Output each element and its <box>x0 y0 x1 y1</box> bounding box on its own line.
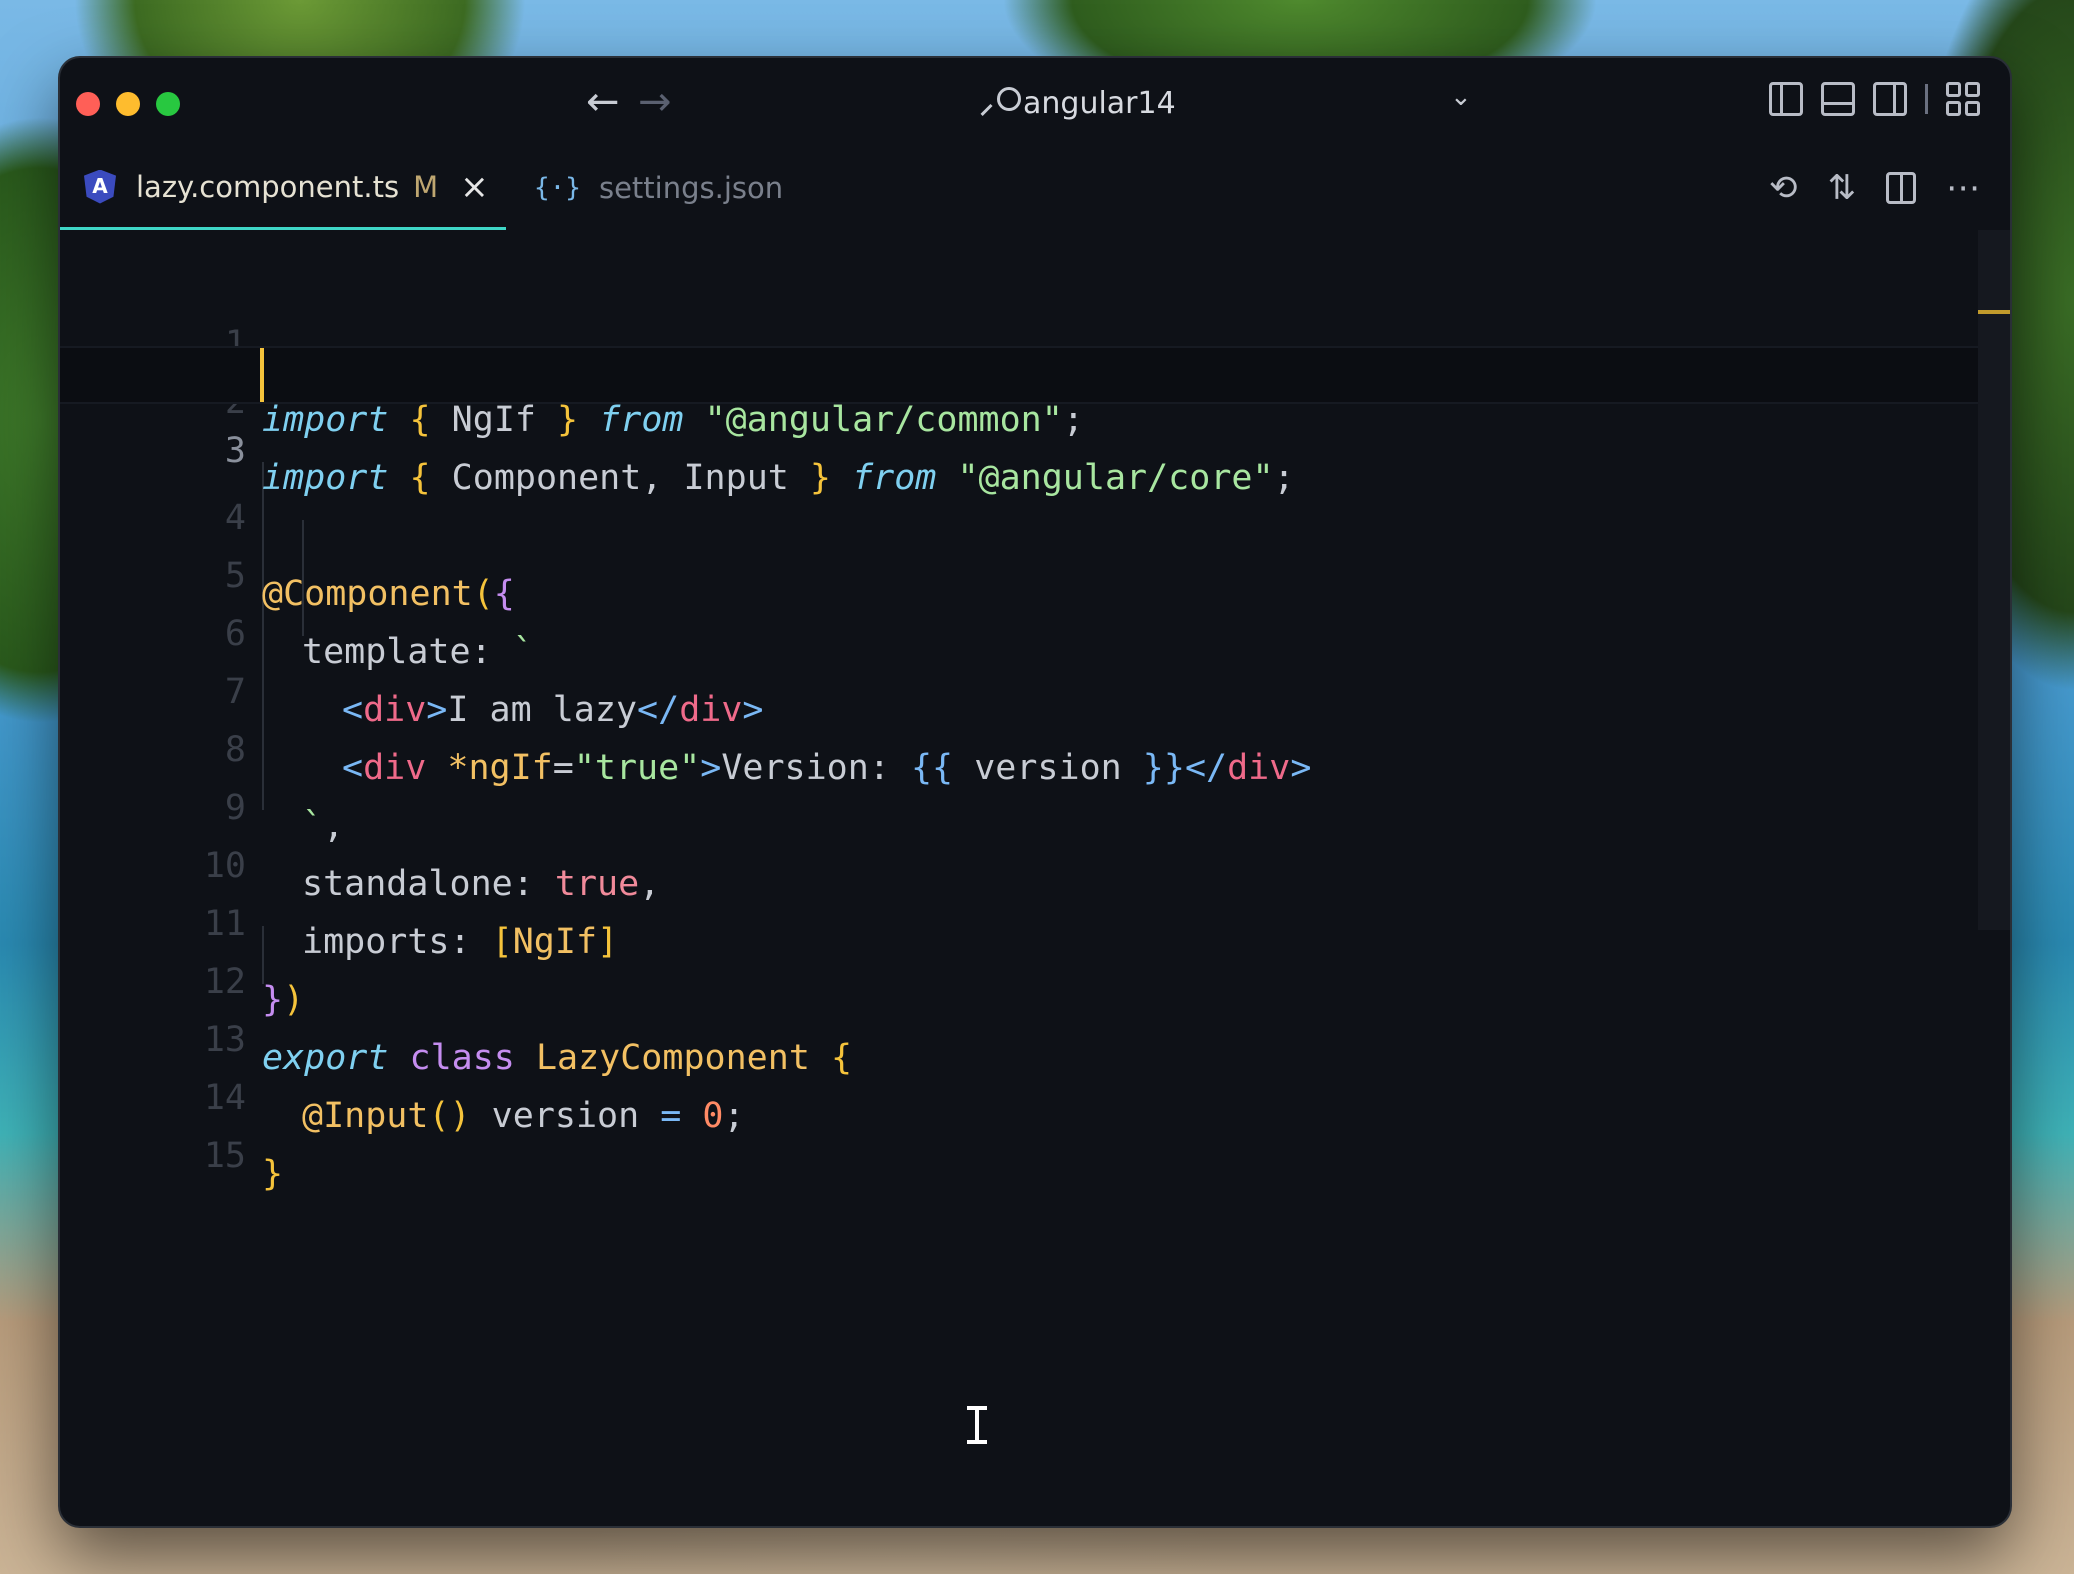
workspace-name: angular14 <box>1023 85 1176 121</box>
text-cursor <box>260 348 264 402</box>
line-content: } <box>262 1154 284 1194</box>
customize-layout-icon[interactable] <box>1946 82 1980 116</box>
toggle-primary-sidebar-icon[interactable] <box>1769 82 1803 116</box>
forward-arrow-icon[interactable]: → <box>638 80 672 124</box>
tab-lazy-component[interactable]: A lazy.component.ts M × <box>60 146 506 230</box>
split-editor-icon[interactable] <box>1886 172 1916 204</box>
editor-actions: ⟲ ⇅ ⋯ <box>1769 168 1980 208</box>
back-arrow-icon[interactable]: ← <box>586 80 620 124</box>
json-braces-icon: {·} <box>534 173 581 203</box>
compare-changes-icon[interactable]: ⇅ <box>1828 168 1857 208</box>
line-number: 15 <box>203 1136 246 1176</box>
code-editor[interactable]: 1 import { NgIf } from "@angular/common"… <box>60 230 2010 1526</box>
vertical-scrollbar[interactable] <box>1978 230 2010 930</box>
scrollbar-change-marker <box>1978 310 2010 314</box>
current-line[interactable]: 3 <box>60 346 1980 471</box>
tab-label: lazy.component.ts <box>136 169 400 204</box>
angular-icon: A <box>84 169 116 204</box>
tab-label: settings.json <box>598 171 784 205</box>
toggle-secondary-sidebar-icon[interactable] <box>1873 82 1907 116</box>
layout-controls <box>1769 82 1980 116</box>
close-icon[interactable]: × <box>460 167 489 207</box>
toggle-panel-icon[interactable] <box>1821 82 1855 116</box>
editor-window: ← → angular14 ⌄ A lazy.component.ts M × … <box>60 58 2010 1526</box>
tab-bar: A lazy.component.ts M × {·} settings.jso… <box>60 146 2010 230</box>
close-window-button[interactable] <box>76 92 100 116</box>
command-center-search[interactable]: angular14 <box>980 80 1176 126</box>
maximize-window-button[interactable] <box>156 92 180 116</box>
separator <box>1925 84 1928 114</box>
text-cursor-ibeam-icon <box>967 1404 987 1446</box>
more-actions-icon[interactable]: ⋯ <box>1946 168 1980 208</box>
tab-settings-json[interactable]: {·} settings.json <box>534 146 783 230</box>
modified-badge: M <box>413 169 439 204</box>
search-icon <box>980 83 1021 123</box>
code-line[interactable]: 15 <box>60 1042 1980 1176</box>
chevron-down-icon[interactable]: ⌄ <box>1450 82 1472 112</box>
title-bar: ← → angular14 ⌄ <box>60 58 2010 146</box>
timeline-history-icon[interactable]: ⟲ <box>1769 168 1798 208</box>
minimize-window-button[interactable] <box>116 92 140 116</box>
